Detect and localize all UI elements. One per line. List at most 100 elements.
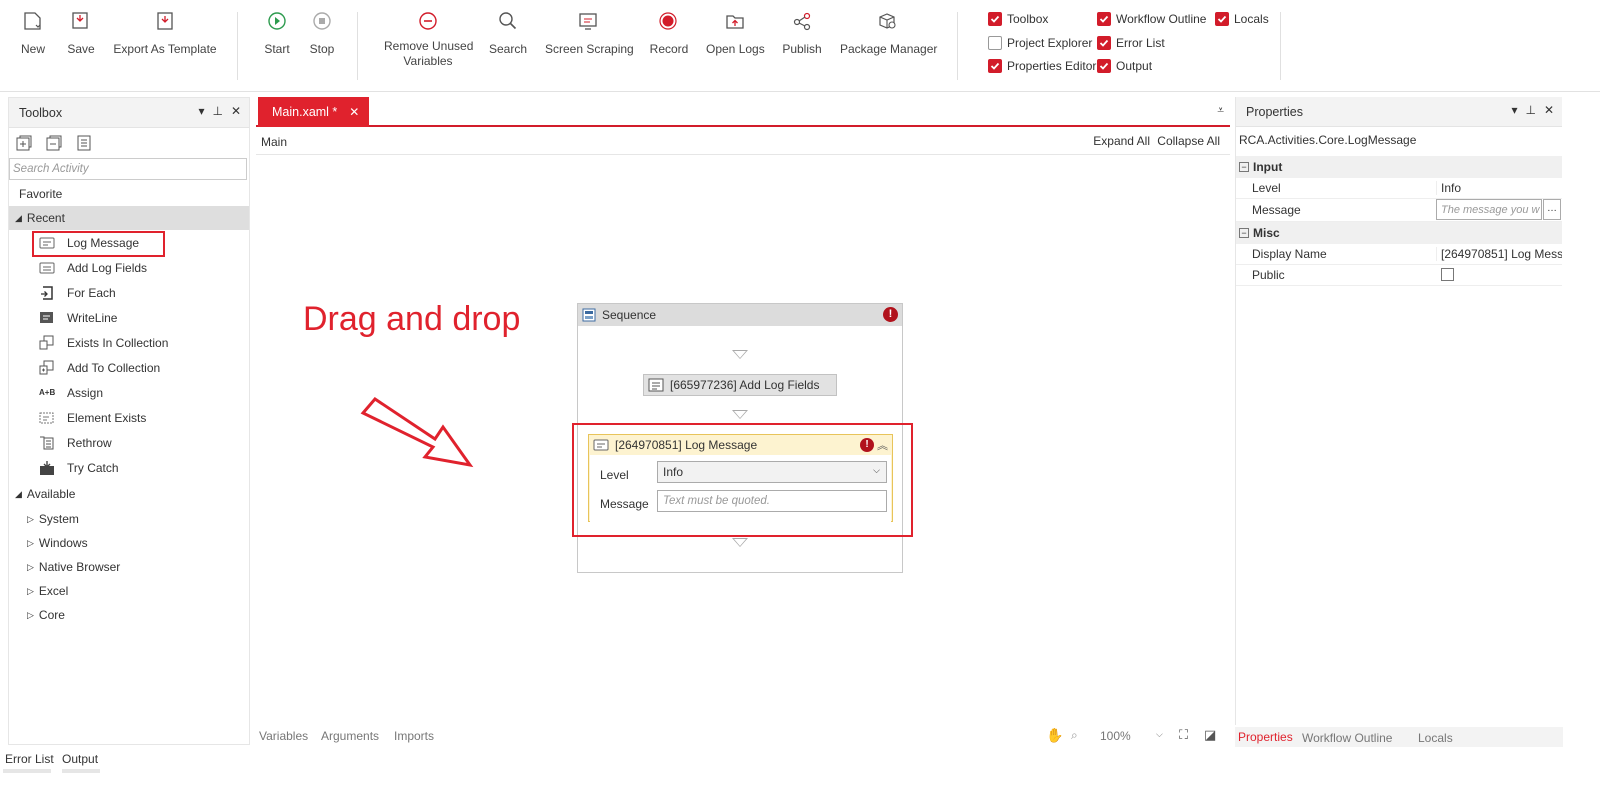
toolbox-group-core[interactable]: ▷ Core [9, 603, 249, 627]
toolbox-item-try-catch[interactable]: Try Catch [9, 456, 249, 480]
toggle-workflow-outline[interactable]: Workflow Outline [1097, 10, 1206, 28]
toolbox-item-element-exists[interactable]: Element Exists [9, 406, 249, 430]
property-message-input[interactable]: The message you w [1436, 199, 1542, 220]
dropdown-icon[interactable]: ▾ [1511, 103, 1517, 117]
properties-category-input[interactable]: − Input [1236, 156, 1562, 178]
toolbox-recent-category[interactable]: ◢ Recent [9, 206, 249, 230]
tab-workflow-outline[interactable]: Workflow Outline [1302, 731, 1392, 745]
fit-to-screen-icon[interactable]: ⛶ [1179, 727, 1188, 743]
property-row-display-name[interactable]: Display Name [264970851] Log Messa [1236, 243, 1562, 265]
record-button[interactable]: Record [648, 10, 690, 57]
error-list-tab[interactable]: Error List [5, 752, 54, 766]
expanded-triangle-icon: ◢ [15, 488, 22, 499]
pin-icon[interactable]: ⊥ [212, 104, 222, 118]
collapse-all-icon[interactable] [45, 134, 63, 152]
export-template-button[interactable]: Export As Template [113, 10, 217, 57]
properties-bottom-tabs: Properties Workflow Outline Locals [1235, 727, 1563, 747]
toolbox-favorite[interactable]: Favorite [9, 182, 249, 206]
save-button[interactable]: Save [66, 10, 96, 57]
add-log-fields-icon [39, 262, 55, 274]
pan-hand-icon[interactable]: ✋ [1046, 727, 1063, 744]
search-activity-input[interactable]: Search Activity [9, 158, 247, 180]
ribbon-separator [357, 12, 358, 80]
close-tab-icon[interactable]: ✕ [349, 105, 359, 119]
toolbox-group-excel[interactable]: ▷ Excel [9, 579, 249, 603]
toolbox-item-rethrow[interactable]: Rethrow [9, 431, 249, 455]
collapse-box-icon[interactable]: − [1239, 228, 1249, 238]
add-to-collection-icon [39, 360, 54, 375]
toolbox-item-exists-in-collection[interactable]: Exists In Collection [9, 331, 249, 355]
stop-button[interactable]: Stop [307, 10, 337, 57]
toggle-locals[interactable]: Locals [1215, 10, 1269, 28]
search-button[interactable]: Search [488, 10, 528, 57]
overview-map-icon[interactable]: ◪ [1204, 727, 1216, 743]
highlight-box-designer-log-message [572, 423, 913, 537]
breadcrumb[interactable]: Main [261, 135, 287, 149]
tab-main-xaml[interactable]: Main.xaml * ✕ [258, 97, 369, 127]
property-row-level[interactable]: Level Info [1236, 177, 1562, 199]
screen-scraping-button[interactable]: Screen Scraping [545, 10, 634, 57]
toggle-project-explorer[interactable]: Project Explorer [988, 34, 1092, 52]
toolbox-available-category[interactable]: ◢ Available [9, 482, 249, 506]
property-row-message[interactable]: Message The message you w … [1236, 198, 1562, 222]
new-button[interactable]: New [18, 10, 48, 57]
toggle-error-list[interactable]: Error List [1097, 34, 1165, 52]
toolbox-item-add-to-collection[interactable]: Add To Collection [9, 356, 249, 380]
properties-category-misc[interactable]: − Misc [1236, 222, 1562, 244]
toolbox-group-system[interactable]: ▷ System [9, 507, 249, 531]
property-row-public[interactable]: Public [1236, 264, 1562, 286]
toggle-output[interactable]: Output [1097, 57, 1152, 75]
toggle-properties-editor[interactable]: Properties Editor [988, 57, 1096, 75]
zoom-dropdown-icon[interactable]: ⌵ [1156, 729, 1163, 740]
save-icon [72, 12, 88, 29]
remove-icon [419, 12, 437, 30]
checkbox-checked-icon [988, 59, 1002, 73]
toolbox-group-windows[interactable]: ▷ Windows [9, 531, 249, 555]
tab-locals[interactable]: Locals [1418, 731, 1453, 745]
toolbox-item-assign[interactable]: A+B Assign [9, 381, 249, 405]
start-button[interactable]: Start [262, 10, 292, 57]
output-tab[interactable]: Output [62, 752, 98, 766]
assign-icon: A+B [39, 388, 56, 397]
expand-all-link[interactable]: Expand All [1093, 134, 1150, 148]
collapse-all-link[interactable]: Collapse All [1157, 134, 1220, 148]
close-icon[interactable]: ✕ [1544, 103, 1554, 117]
package-icon [879, 13, 896, 29]
properties-header: Properties ▾ ⊥ ✕ [1236, 97, 1562, 127]
toolbox-item-add-log-fields[interactable]: Add Log Fields [9, 256, 249, 280]
tab-list-dropdown-icon[interactable]: ⩡ [1217, 103, 1224, 118]
remove-unused-variables-button[interactable]: Remove Unused Variables [384, 10, 473, 69]
close-icon[interactable]: ✕ [231, 104, 241, 118]
collapse-box-icon[interactable]: − [1239, 162, 1249, 172]
checkbox-unchecked-icon [988, 36, 1002, 50]
tab-properties[interactable]: Properties [1238, 730, 1293, 744]
error-icon[interactable]: ! [883, 307, 898, 322]
activity-add-log-fields[interactable]: [665977236] Add Log Fields [643, 374, 837, 396]
sequence-header[interactable]: Sequence ! [578, 304, 902, 326]
pin-icon[interactable]: ⊥ [1525, 103, 1535, 117]
toggle-toolbox[interactable]: Toolbox [988, 10, 1048, 28]
expand-all-icon[interactable] [15, 134, 33, 152]
breadcrumb-bar: Main Expand All Collapse All [256, 129, 1230, 155]
toolbox-group-native-browser[interactable]: ▷ Native Browser [9, 555, 249, 579]
zoom-icon[interactable]: ⌕ [1071, 728, 1078, 743]
new-file-icon [24, 12, 41, 30]
for-each-icon [41, 286, 53, 300]
list-view-icon[interactable] [75, 134, 93, 152]
open-logs-button[interactable]: Open Logs [706, 10, 765, 57]
toolbox-item-for-each[interactable]: For Each [9, 281, 249, 305]
collapsed-triangle-icon: ▷ [27, 585, 34, 596]
arguments-tab[interactable]: Arguments [321, 729, 379, 743]
toolbox-item-writeline[interactable]: WriteLine [9, 306, 249, 330]
checkbox-checked-icon [1097, 36, 1111, 50]
public-checkbox[interactable] [1441, 268, 1454, 281]
imports-tab[interactable]: Imports [394, 729, 434, 743]
variables-tab[interactable]: Variables [259, 729, 308, 743]
package-manager-button[interactable]: Package Manager [840, 10, 937, 57]
ellipsis-button[interactable]: … [1543, 199, 1561, 220]
screen-scraping-icon [579, 13, 597, 30]
zoom-level[interactable]: 100% [1100, 729, 1131, 743]
publish-button[interactable]: Publish [782, 10, 822, 57]
export-template-icon [157, 12, 173, 30]
dropdown-icon[interactable]: ▾ [198, 104, 204, 118]
